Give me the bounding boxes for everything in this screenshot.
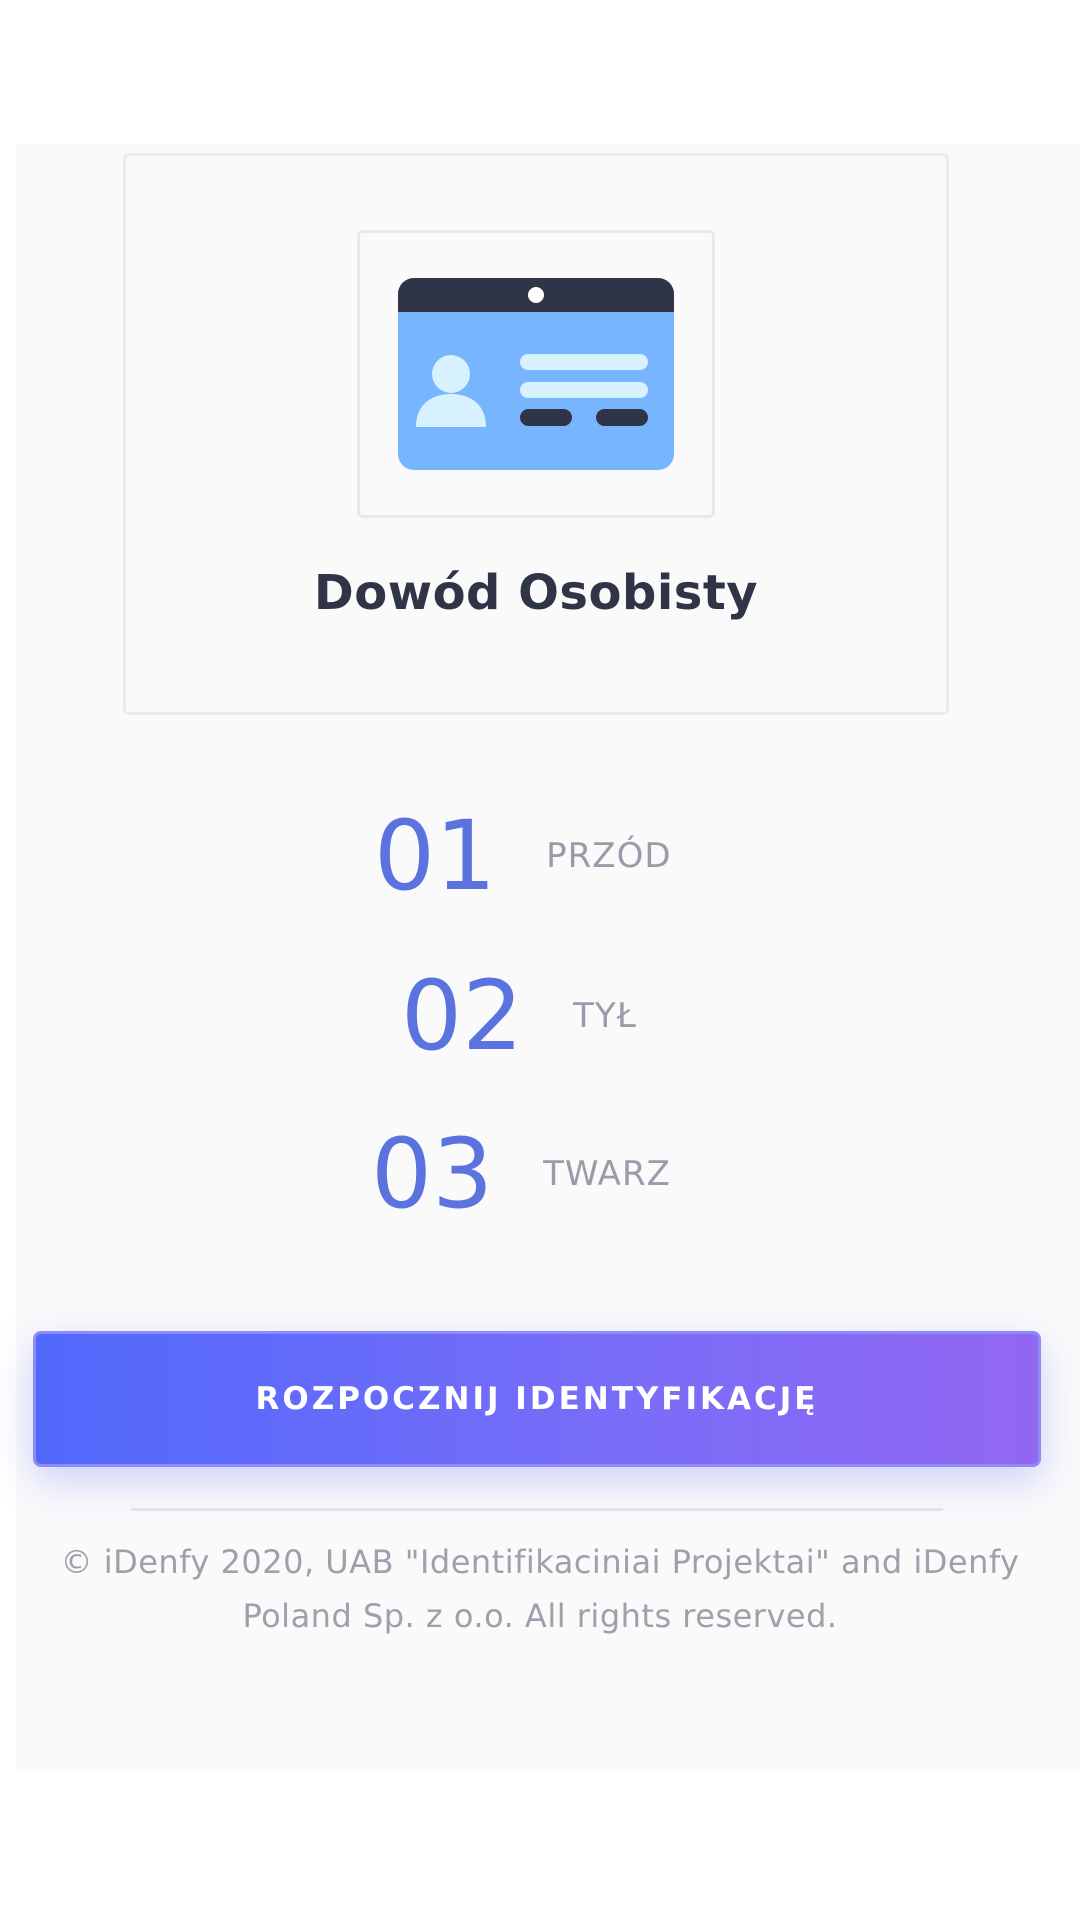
document-title: Dowód Osobisty <box>313 565 759 621</box>
footer-divider <box>131 1508 943 1511</box>
start-button-label: ROZPOCZNIJ IDENTYFIKACJĘ <box>255 1381 819 1417</box>
footer-line-1: © iDenfy 2020, UAB "Identifikaciniai Pro… <box>60 1543 1020 1581</box>
step-label: TYŁ <box>573 996 637 1036</box>
id-card-icon <box>398 278 674 470</box>
start-identification-button[interactable]: ROZPOCZNIJ IDENTYFIKACJĘ <box>33 1331 1041 1467</box>
step-label: PRZÓD <box>546 836 672 876</box>
step-number: 02 <box>401 960 524 1072</box>
step-number: 01 <box>374 800 497 912</box>
step-front: 01 PRZÓD <box>374 808 672 904</box>
step-back: 02 TYŁ <box>401 968 637 1064</box>
step-number: 03 <box>371 1118 494 1230</box>
step-label: TWARZ <box>543 1154 671 1194</box>
footer-line-2: Poland Sp. z o.o. All rights reserved. <box>242 1597 838 1635</box>
footer-copyright: © iDenfy 2020, UAB "Identifikaciniai Pro… <box>40 1535 1040 1643</box>
step-face: 03 TWARZ <box>371 1126 671 1222</box>
